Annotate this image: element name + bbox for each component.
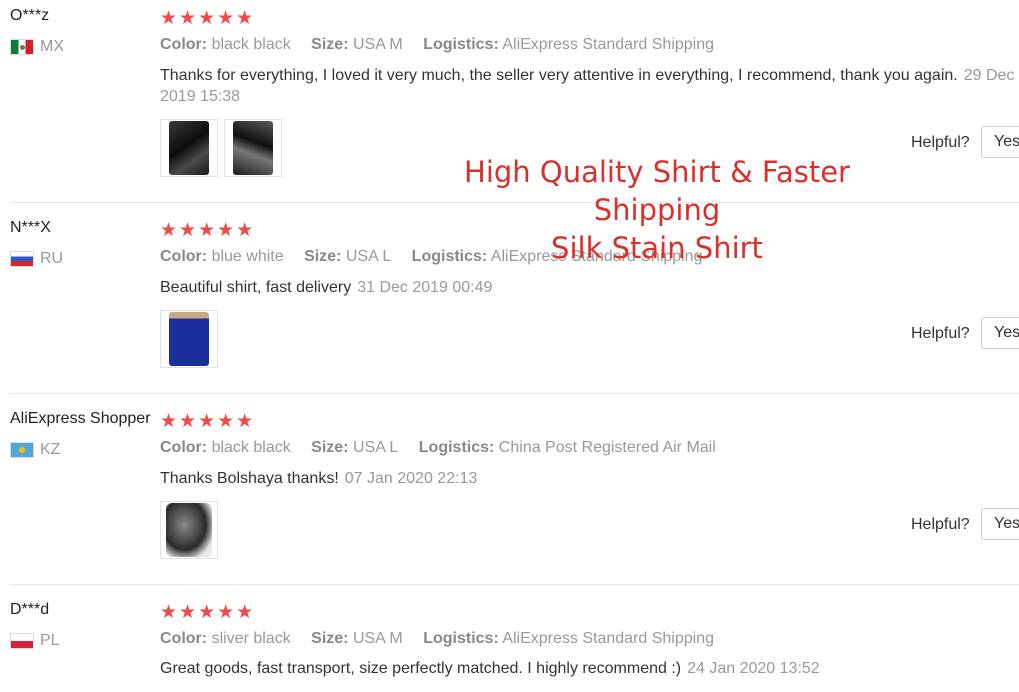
color-value: blue white [211, 248, 284, 265]
reviewer-country: RU [10, 250, 63, 268]
reviewer-country: PL [10, 632, 60, 650]
helpful-label: Helpful? [911, 325, 970, 342]
review-photo-thumbnail[interactable] [160, 119, 218, 177]
size-label: Size: [311, 36, 349, 53]
review-text: Thanks Bolshaya thanks! [160, 470, 339, 487]
review-photos [160, 119, 282, 177]
order-attributes: Color: sliver black Size: USA M Logistic… [160, 630, 730, 648]
reviewer-name: AliExpress Shopper [10, 410, 151, 427]
photo-image [233, 121, 273, 175]
logistics-label: Logistics: [423, 36, 499, 53]
rating-stars: ★★★★★ [160, 8, 256, 29]
review-photos [160, 310, 218, 368]
rating-stars: ★★★★★ [160, 220, 256, 241]
promo-line-1: High Quality Shirt & Faster Shipping [464, 155, 850, 227]
size-label: Size: [311, 630, 349, 647]
review-text: Beautiful shirt, fast delivery [160, 279, 352, 296]
size-value: USA L [352, 439, 399, 456]
review-text: Thanks for everything, I loved it very m… [160, 67, 958, 84]
promo-overlay-text: High Quality Shirt & Faster Shipping Sil… [412, 153, 902, 267]
photo-image [166, 503, 212, 557]
review-photos [160, 501, 218, 559]
promo-line-2: Silk Stain Shirt [551, 231, 763, 265]
review-date: 24 Jan 2020 13:52 [687, 660, 820, 677]
helpful-yes-button[interactable]: Yes [981, 126, 1019, 158]
helpful-label: Helpful? [911, 134, 970, 151]
reviewer-name: D***d [10, 601, 50, 618]
size-label: Size: [311, 439, 349, 456]
review-photo-thumbnail[interactable] [224, 119, 282, 177]
size-value: USA M [352, 630, 403, 647]
reviewer-country: MX [10, 38, 64, 56]
size-label: Size: [304, 248, 342, 265]
review-text: Great goods, fast transport, size perfec… [160, 660, 682, 677]
country-code: MX [40, 38, 64, 55]
reviewer-country: KZ [10, 441, 60, 459]
poland-flag-icon [10, 633, 34, 649]
color-value: black black [211, 36, 291, 53]
helpful-yes-button[interactable]: Yes [981, 508, 1019, 540]
review-content: Great goods, fast transport, size perfec… [160, 658, 1019, 679]
reviewer-name: N***X [10, 219, 51, 236]
photo-image [169, 121, 209, 175]
color-label: Color: [160, 439, 208, 456]
logistics-label: Logistics: [418, 439, 495, 456]
helpful-label: Helpful? [911, 516, 970, 533]
divider [10, 393, 1019, 394]
rating-stars: ★★★★★ [160, 411, 256, 432]
country-code: RU [40, 250, 64, 267]
color-label: Color: [160, 248, 208, 265]
country-code: PL [40, 632, 60, 649]
review-content: Thanks Bolshaya thanks! 07 Jan 2020 22:13 [160, 468, 1019, 489]
review-photo-thumbnail[interactable] [160, 501, 218, 559]
helpful-yes-button[interactable]: Yes [981, 317, 1019, 349]
color-label: Color: [160, 36, 208, 53]
logistics-label: Logistics: [423, 630, 499, 647]
size-value: USA M [352, 36, 403, 53]
divider [10, 584, 1019, 585]
mexico-flag-icon [10, 39, 34, 55]
color-value: sliver black [211, 630, 291, 647]
russia-flag-icon [10, 251, 34, 267]
logistics-value: AliExpress Standard Shipping [502, 36, 715, 53]
country-code: KZ [40, 441, 61, 458]
color-value: black black [211, 439, 291, 456]
review-content: Thanks for everything, I loved it very m… [160, 65, 1019, 107]
review-photo-thumbnail[interactable] [160, 310, 218, 368]
reviewer-name: O***z [10, 7, 50, 24]
logistics-value: AliExpress Standard Shipping [502, 630, 715, 647]
review-content: Beautiful shirt, fast delivery 31 Dec 201… [160, 277, 1019, 298]
logistics-value: China Post Registered Air Mail [498, 439, 716, 456]
review-date: 31 Dec 2019 00:49 [357, 279, 493, 296]
order-attributes: Color: black black Size: USA M Logistics… [160, 36, 730, 54]
rating-stars: ★★★★★ [160, 602, 256, 623]
review-date: 07 Jan 2020 22:13 [344, 470, 478, 487]
photo-image [169, 312, 209, 366]
kazakhstan-flag-icon [10, 442, 34, 458]
size-value: USA L [345, 248, 392, 265]
order-attributes: Color: black black Size: USA L Logistics… [160, 439, 732, 457]
color-label: Color: [160, 630, 208, 647]
